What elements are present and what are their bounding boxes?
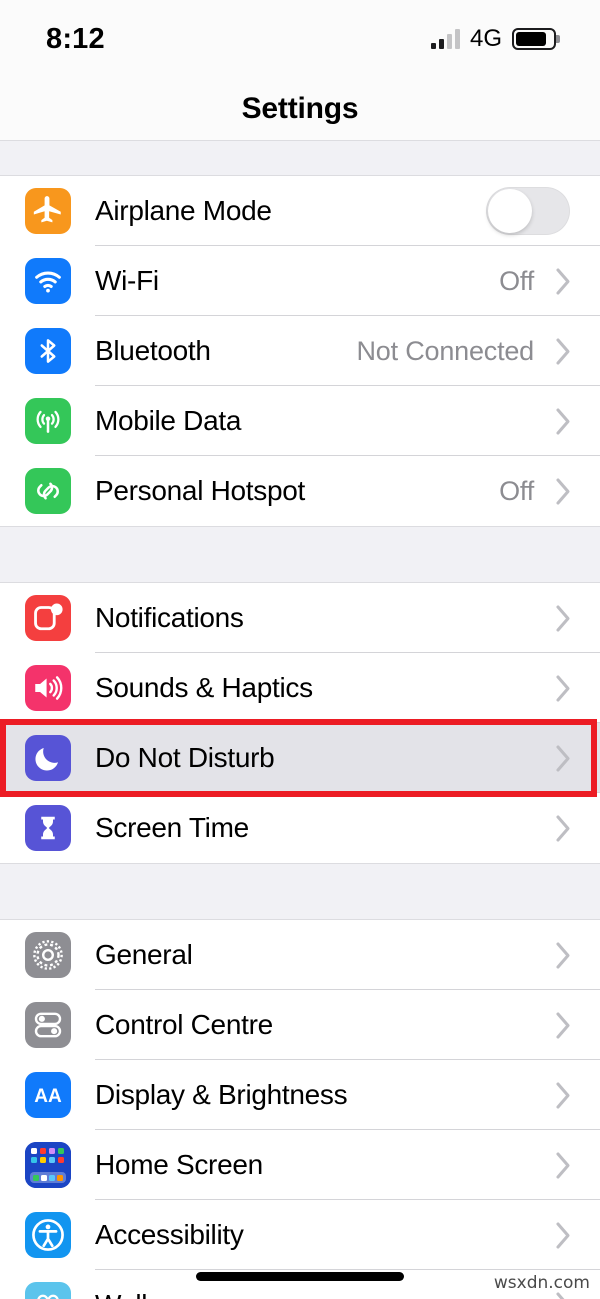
crescent-moon-icon <box>25 735 71 781</box>
navigation-bar: Settings <box>0 78 600 141</box>
app-grid-icon <box>25 1142 71 1188</box>
settings-row-airplane-mode[interactable]: Airplane Mode <box>0 176 600 246</box>
chevron-right-icon[interactable] <box>548 744 578 773</box>
wifi-icon <box>25 258 71 304</box>
settings-row-accessibility[interactable]: Accessibility <box>0 1200 600 1270</box>
settings-row-sounds-haptics[interactable]: Sounds & Haptics <box>0 653 600 723</box>
airplane-mode-toggle[interactable] <box>486 187 570 235</box>
chevron-right-icon[interactable] <box>548 477 578 506</box>
settings-row-label: Bluetooth <box>95 335 211 366</box>
wallpaper-flower-icon <box>25 1282 71 1299</box>
settings-row-notifications[interactable]: Notifications <box>0 583 600 653</box>
settings-row-label: Home Screen <box>95 1149 263 1180</box>
settings-row-label: Mobile Data <box>95 405 242 436</box>
settings-row-control-centre[interactable]: Control Centre <box>0 990 600 1060</box>
settings-group-notifications-focus: Notifications Sounds & Haptics Do Not Dist… <box>0 582 600 864</box>
settings-row-wi-fi[interactable]: Wi-Fi Off <box>0 246 600 316</box>
settings-row-bluetooth[interactable]: Bluetooth Not Connected <box>0 316 600 386</box>
airplane-icon <box>25 188 71 234</box>
iphone-settings-screen: 8:12 4G Settings Airplane Mode Wi-Fi Off Bl… <box>0 0 600 1299</box>
settings-row-label: Notifications <box>95 602 244 633</box>
settings-row-label: Sounds & Haptics <box>95 672 313 703</box>
settings-row-label: Accessibility <box>95 1219 244 1250</box>
settings-row-general[interactable]: General <box>0 920 600 990</box>
settings-row-label: Wallpaper <box>95 1289 548 1299</box>
battery-icon <box>512 28 560 50</box>
settings-row-display-brightness[interactable]: AA Display & Brightness <box>0 1060 600 1130</box>
chevron-right-icon[interactable] <box>548 1011 578 1040</box>
hourglass-icon <box>25 805 71 851</box>
chevron-right-icon[interactable] <box>548 941 578 970</box>
settings-row-value: Not Connected <box>356 335 534 366</box>
chevron-right-icon[interactable] <box>548 674 578 703</box>
settings-row-home-screen[interactable]: Home Screen <box>0 1130 600 1200</box>
chevron-right-icon[interactable] <box>548 1221 578 1250</box>
settings-row-mobile-data[interactable]: Mobile Data <box>0 386 600 456</box>
notification-badge-icon <box>25 595 71 641</box>
settings-row-label: Personal Hotspot <box>95 475 305 506</box>
settings-row-personal-hotspot[interactable]: Personal Hotspot Off <box>0 456 600 526</box>
chevron-right-icon[interactable] <box>548 1081 578 1110</box>
watermark: wsxdn.com <box>493 1273 590 1293</box>
network-type-label: 4G <box>469 25 502 52</box>
control-toggles-icon <box>25 1002 71 1048</box>
settings-row-label: Control Centre <box>95 1009 273 1040</box>
settings-row-screen-time[interactable]: Screen Time <box>0 793 600 863</box>
settings-row-label: Do Not Disturb <box>95 742 275 773</box>
cellular-antenna-icon <box>25 398 71 444</box>
settings-row-label: Screen Time <box>95 812 249 843</box>
section-gap <box>0 527 600 582</box>
status-time: 8:12 <box>46 22 105 55</box>
bluetooth-icon <box>25 328 71 374</box>
settings-group-connectivity: Airplane Mode Wi-Fi Off Bluetooth Not Connec… <box>0 175 600 527</box>
gear-icon <box>25 932 71 978</box>
text-size-aa-icon: AA <box>25 1072 71 1118</box>
settings-row-label: Airplane Mode <box>95 195 272 226</box>
section-gap <box>0 141 600 175</box>
status-indicators: 4G <box>430 25 560 53</box>
chevron-right-icon[interactable] <box>548 814 578 843</box>
toggle-knob <box>488 189 532 233</box>
settings-row-label: Display & Brightness <box>95 1079 348 1110</box>
settings-row-label: General <box>95 939 193 970</box>
settings-group-system: General Control Centre AA Display & Brightn… <box>0 919 600 1299</box>
settings-row-value: Off <box>499 475 534 506</box>
section-gap <box>0 864 600 919</box>
chevron-right-icon[interactable] <box>548 1151 578 1180</box>
speaker-waves-icon <box>25 665 71 711</box>
settings-list[interactable]: Airplane Mode Wi-Fi Off Bluetooth Not Connec… <box>0 141 600 1299</box>
cellular-signal-icon <box>430 29 460 49</box>
settings-row-do-not-disturb[interactable]: Do Not Disturb <box>0 723 600 793</box>
chevron-right-icon[interactable] <box>548 407 578 436</box>
settings-row-value: Off <box>499 265 534 296</box>
home-indicator <box>196 1272 404 1281</box>
hotspot-link-icon <box>25 468 71 514</box>
page-title: Settings <box>241 92 359 125</box>
chevron-right-icon[interactable] <box>548 604 578 633</box>
svg-text:AA: AA <box>34 1086 62 1107</box>
chevron-right-icon[interactable] <box>548 267 578 296</box>
settings-row-label: Wi-Fi <box>95 265 159 296</box>
accessibility-person-icon <box>25 1212 71 1258</box>
status-bar: 8:12 4G <box>0 0 600 78</box>
chevron-right-icon[interactable] <box>548 337 578 366</box>
